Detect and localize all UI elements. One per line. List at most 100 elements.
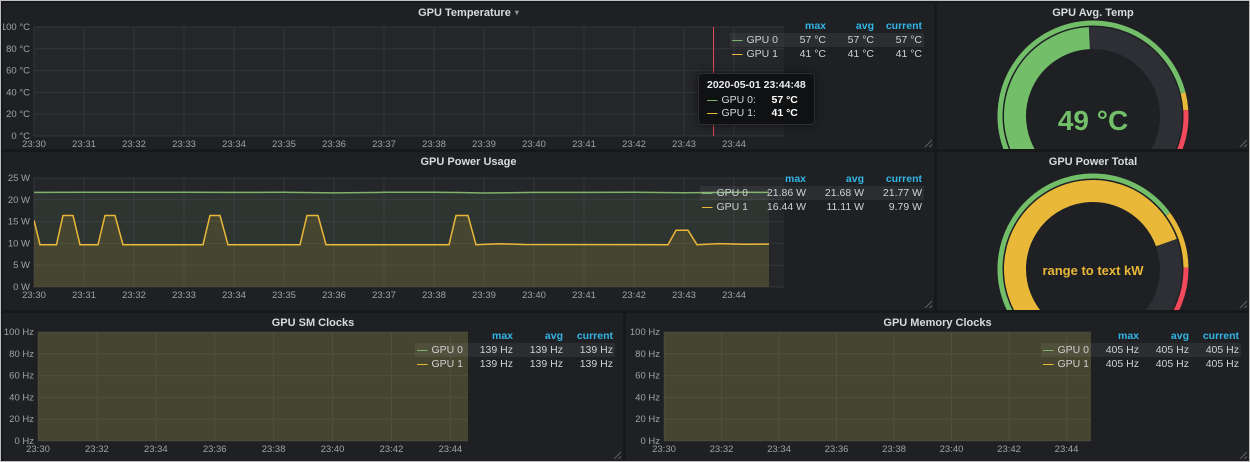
legend-header-row: maxavgcurrent xyxy=(415,329,615,343)
series-color-swatch: — xyxy=(732,48,743,60)
panel-title-gpu-power-total[interactable]: GPU Power Total xyxy=(937,156,1249,168)
svg-text:23:36: 23:36 xyxy=(322,139,346,149)
legend-header: max xyxy=(1091,329,1141,343)
svg-text:23:32: 23:32 xyxy=(85,444,109,455)
svg-text:23:38: 23:38 xyxy=(422,139,446,149)
gpu-power-total-gauge[interactable]: range to text kW xyxy=(937,152,1249,310)
legend-value: 405 Hz xyxy=(1141,343,1191,357)
svg-text:40 Hz: 40 Hz xyxy=(635,392,660,403)
legend-row[interactable]: —GPU 0139 Hz139 Hz139 Hz xyxy=(415,343,615,357)
panel-title-text: GPU SM Clocks xyxy=(272,317,355,329)
legend-header-row: maxavgcurrent xyxy=(700,172,924,186)
legend-header-row: maxavgcurrent xyxy=(1041,329,1241,343)
svg-text:23:44: 23:44 xyxy=(1055,444,1079,455)
panel-title-text: GPU Memory Clocks xyxy=(883,317,991,329)
legend-table-memory-clocks[interactable]: maxavgcurrent—GPU 0405 Hz405 Hz405 Hz—GP… xyxy=(1041,329,1241,371)
legend-value: 405 Hz xyxy=(1091,357,1141,371)
legend-value: 405 Hz xyxy=(1191,343,1241,357)
legend-value: 9.79 W xyxy=(866,200,924,214)
legend-series-label[interactable]: —GPU 1 xyxy=(415,357,465,371)
legend-value: 57 °C xyxy=(780,33,828,47)
legend-row[interactable]: —GPU 057 °C57 °C57 °C xyxy=(730,33,924,47)
legend-value: 21.77 W xyxy=(866,186,924,200)
svg-text:23:43: 23:43 xyxy=(672,139,696,149)
svg-text:100 °C: 100 °C xyxy=(3,22,30,33)
legend-series-label[interactable]: —GPU 0 xyxy=(700,186,750,200)
legend-value: 41 °C xyxy=(780,47,828,61)
svg-text:15 W: 15 W xyxy=(8,217,30,228)
svg-text:80 Hz: 80 Hz xyxy=(9,349,34,360)
legend-row[interactable]: —GPU 021.86 W21.68 W21.77 W xyxy=(700,186,924,200)
svg-text:23:40: 23:40 xyxy=(321,444,345,455)
tooltip-time: 2020-05-01 23:44:48 xyxy=(707,79,806,91)
svg-text:23:37: 23:37 xyxy=(372,290,396,301)
legend-value: 139 Hz xyxy=(515,357,565,371)
legend-row[interactable]: —GPU 1139 Hz139 Hz139 Hz xyxy=(415,357,615,371)
legend-series-label[interactable]: —GPU 0 xyxy=(415,343,465,357)
panel-title-gpu-avg-temp[interactable]: GPU Avg. Temp xyxy=(937,7,1249,19)
legend-header: avg xyxy=(1141,329,1191,343)
legend-row[interactable]: —GPU 0405 Hz405 Hz405 Hz xyxy=(1041,343,1241,357)
series-color-swatch: — xyxy=(702,187,713,199)
legend-row[interactable]: —GPU 1405 Hz405 Hz405 Hz xyxy=(1041,357,1241,371)
legend-value: 41 °C xyxy=(876,47,924,61)
svg-text:23:39: 23:39 xyxy=(472,139,496,149)
legend-table-power[interactable]: maxavgcurrent—GPU 021.86 W21.68 W21.77 W… xyxy=(700,172,924,214)
panel-title-gpu-sm-clocks[interactable]: GPU SM Clocks xyxy=(3,317,623,329)
svg-text:23:41: 23:41 xyxy=(572,290,596,301)
legend-series-label[interactable]: —GPU 1 xyxy=(700,200,750,214)
series-color-swatch: — xyxy=(707,107,718,119)
svg-text:23:44: 23:44 xyxy=(722,139,746,149)
svg-text:49 °C: 49 °C xyxy=(1058,105,1128,136)
legend-series-label[interactable]: —GPU 0 xyxy=(1041,343,1091,357)
gpu-avg-temp-gauge[interactable]: 49 °C xyxy=(937,3,1249,149)
panel-title-text: GPU Power Total xyxy=(1049,156,1137,168)
svg-text:10 W: 10 W xyxy=(8,238,30,249)
svg-text:23:40: 23:40 xyxy=(522,139,546,149)
legend-series-label[interactable]: —GPU 1 xyxy=(730,47,780,61)
svg-text:20 Hz: 20 Hz xyxy=(9,414,34,425)
legend-header: current xyxy=(876,19,924,33)
svg-text:60 Hz: 60 Hz xyxy=(635,371,660,382)
legend-header: current xyxy=(1191,329,1241,343)
svg-text:23:34: 23:34 xyxy=(767,444,791,455)
svg-text:23:36: 23:36 xyxy=(825,444,849,455)
series-color-swatch: — xyxy=(1043,358,1054,370)
legend-value: 405 Hz xyxy=(1141,357,1191,371)
legend-header: max xyxy=(780,19,828,33)
legend-value: 11.11 W xyxy=(808,200,866,214)
legend-table-temperature[interactable]: maxavgcurrent—GPU 057 °C57 °C57 °C—GPU 1… xyxy=(730,19,924,61)
svg-text:5 W: 5 W xyxy=(13,260,30,271)
panel-gpu-power-usage: GPU Power Usage 25 W20 W15 W10 W5 W0 W23… xyxy=(3,152,934,310)
legend-table-sm-clocks[interactable]: maxavgcurrent—GPU 0139 Hz139 Hz139 Hz—GP… xyxy=(415,329,615,371)
legend-header: max xyxy=(465,329,515,343)
svg-text:80 Hz: 80 Hz xyxy=(635,349,660,360)
panel-title-gpu-memory-clocks[interactable]: GPU Memory Clocks xyxy=(626,317,1249,329)
legend-value: 139 Hz xyxy=(465,357,515,371)
legend-header: avg xyxy=(828,19,876,33)
svg-text:23:38: 23:38 xyxy=(422,290,446,301)
svg-text:23:39: 23:39 xyxy=(472,290,496,301)
tooltip-row: —GPU 0:57 °C xyxy=(707,94,806,106)
legend-series-label[interactable]: —GPU 1 xyxy=(1041,357,1091,371)
legend-row[interactable]: —GPU 116.44 W11.11 W9.79 W xyxy=(700,200,924,214)
chart-tooltip: 2020-05-01 23:44:48—GPU 0:57 °C—GPU 1:41… xyxy=(698,73,815,125)
panel-title-gpu-temperature[interactable]: GPU Temperature▾ xyxy=(3,7,934,19)
legend-value: 41 °C xyxy=(828,47,876,61)
svg-text:23:38: 23:38 xyxy=(262,444,286,455)
series-color-swatch: — xyxy=(1043,344,1054,356)
legend-value: 57 °C xyxy=(876,33,924,47)
legend-row[interactable]: —GPU 141 °C41 °C41 °C xyxy=(730,47,924,61)
svg-text:23:41: 23:41 xyxy=(572,139,596,149)
series-color-swatch: — xyxy=(732,34,743,46)
panel-gpu-power-total: GPU Power Total range to text kW xyxy=(937,152,1249,310)
panel-title-text: GPU Avg. Temp xyxy=(1052,7,1134,19)
panel-gpu-avg-temp: GPU Avg. Temp 49 °C xyxy=(937,3,1249,149)
svg-text:23:30: 23:30 xyxy=(22,290,46,301)
svg-text:23:32: 23:32 xyxy=(710,444,734,455)
panel-title-gpu-power-usage[interactable]: GPU Power Usage xyxy=(3,156,934,168)
legend-header-row: maxavgcurrent xyxy=(730,19,924,33)
legend-series-label[interactable]: —GPU 0 xyxy=(730,33,780,47)
svg-text:23:30: 23:30 xyxy=(26,444,50,455)
svg-text:23:42: 23:42 xyxy=(997,444,1021,455)
